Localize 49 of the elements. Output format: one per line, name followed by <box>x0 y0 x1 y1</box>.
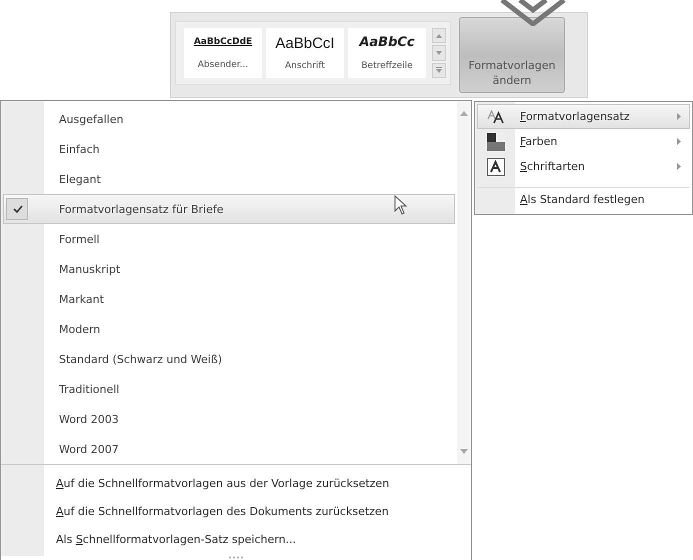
more-button[interactable] <box>432 62 446 78</box>
down-icon <box>436 50 442 55</box>
menu-item[interactable]: Word 2003 <box>3 404 455 434</box>
menu-item[interactable]: Einfach <box>3 134 455 164</box>
menu-item[interactable]: Formell <box>3 224 455 254</box>
submenu-item[interactable]: Formatvorlagensatz <box>477 104 690 129</box>
style-label: Anschrift <box>285 61 325 72</box>
menu-command[interactable]: Auf die Schnellformatvorlagen des Dokuments zurücksetzen <box>1 497 471 525</box>
submenu-label: Als Standard festlegen <box>520 193 645 206</box>
menu-item[interactable]: Formatvorlagensatz für Briefe <box>3 194 455 224</box>
change-styles-button[interactable]: Formatvorlagen ändern <box>459 17 565 93</box>
style-sample: AaBbCcI <box>275 34 335 52</box>
menu-item[interactable]: Modern <box>3 314 455 344</box>
style-gallery-item[interactable]: AaBbCcI Anschrift <box>266 28 344 78</box>
mouse-pointer-icon <box>394 195 408 215</box>
menu-command[interactable]: Auf die Schnellformatvorlagen aus der Vorlage zurücksetzen <box>1 469 471 497</box>
style-gallery-item[interactable]: AaBbCcDdE Absender... <box>184 28 262 78</box>
submenu-item[interactable]: Schriftarten <box>477 154 690 179</box>
submenu-item[interactable]: Farben <box>477 129 690 154</box>
style-label: Betreffzeile <box>361 60 413 71</box>
arrow-drawing <box>498 0 568 26</box>
up-icon <box>436 34 442 38</box>
submenu-label: Schriftarten <box>520 160 585 173</box>
style-sample: AaBbCc <box>359 35 415 50</box>
submenu-item[interactable]: Als Standard festlegen <box>477 187 690 212</box>
menu-item[interactable]: Standard (Schwarz und Weiß) <box>3 344 455 374</box>
menu-item[interactable]: Manuskript <box>3 254 455 284</box>
font-icon <box>487 158 505 176</box>
menu-item[interactable]: Word 2007 <box>3 434 455 464</box>
check-icon <box>13 205 23 213</box>
color-squares-icon <box>487 132 505 150</box>
style-sample: AaBbCcDdE <box>194 36 252 46</box>
menu-item[interactable]: Traditionell <box>3 374 455 404</box>
scroll-up-button[interactable] <box>432 28 446 44</box>
resize-grip-icon[interactable] <box>229 556 243 559</box>
menu-item[interactable]: Ausgefallen <box>3 104 455 134</box>
style-gallery-item[interactable]: AaBbCc Betreffzeile <box>348 28 426 78</box>
submenu-label: Formatvorlagensatz <box>520 110 630 123</box>
menu-item[interactable]: Elegant <box>3 164 455 194</box>
down-icon <box>460 449 468 454</box>
up-icon <box>460 111 468 116</box>
scrollbar[interactable] <box>457 101 471 464</box>
style-label: Absender... <box>198 60 248 70</box>
menu-command[interactable]: Als Schnellformatvorlagen-Satz speichern... <box>1 525 471 553</box>
letters-icon <box>487 110 505 124</box>
expand-icon <box>436 67 442 74</box>
submenu-label: Farben <box>520 135 558 148</box>
scroll-down-button[interactable] <box>432 45 446 61</box>
menu-item[interactable]: Markant <box>3 284 455 314</box>
